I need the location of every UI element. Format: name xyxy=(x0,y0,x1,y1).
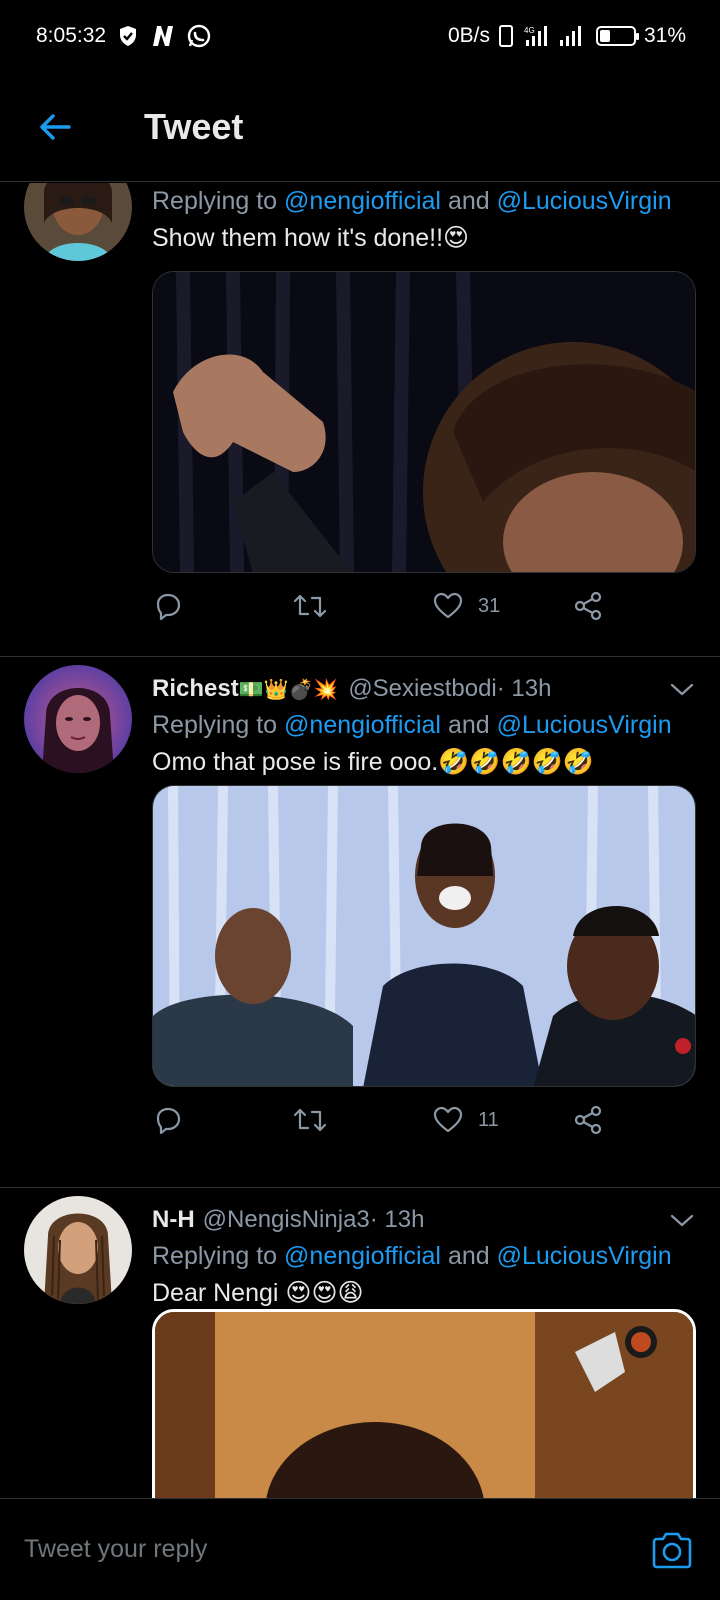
heart-icon xyxy=(433,1106,463,1133)
mention-link[interactable]: @LuciousVirgin xyxy=(497,187,672,215)
retweet-action[interactable] xyxy=(292,590,432,622)
tweet-media-image[interactable] xyxy=(152,271,696,573)
tweet-meta: Richest💵👑💣💥 @Sexiestbodi · 13h xyxy=(152,671,696,707)
retweet-action[interactable] xyxy=(292,1104,432,1136)
shield-check-icon xyxy=(116,24,140,48)
reply-composer[interactable]: Tweet your reply xyxy=(0,1498,720,1600)
replying-to: Replying to @nengiofficial and @LuciousV… xyxy=(152,1242,672,1270)
camera-button[interactable] xyxy=(648,1526,696,1574)
page-title: Tweet xyxy=(144,105,244,147)
whatsapp-icon xyxy=(186,23,212,49)
mention-link[interactable]: @nengiofficial xyxy=(284,1242,441,1270)
tweet-item[interactable]: N-H @NengisNinja3 · 13h Replying to @nen… xyxy=(0,1188,720,1498)
like-count: 31 xyxy=(478,594,501,617)
avatar[interactable] xyxy=(24,1196,132,1304)
retweet-icon xyxy=(293,1108,327,1132)
mention-link[interactable]: @LuciousVirgin xyxy=(497,711,672,739)
svg-text:4G: 4G xyxy=(524,26,535,35)
tweet-item[interactable]: Replying to @nengiofficial and @LuciousV… xyxy=(0,183,720,643)
emoji: 💵👑💣💥 xyxy=(238,679,339,701)
mention-link[interactable]: @LuciousVirgin xyxy=(497,1242,672,1270)
user-handle[interactable]: @Sexiestbodi xyxy=(348,675,496,703)
avatar[interactable] xyxy=(24,665,132,773)
reply-icon xyxy=(156,1107,181,1135)
replying-to: Replying to @nengiofficial and @LuciousV… xyxy=(152,187,672,215)
app-header: Tweet xyxy=(0,72,720,182)
display-name[interactable]: Richest💵👑💣💥 xyxy=(152,675,340,703)
reply-action[interactable] xyxy=(152,1104,292,1136)
tweet-text: Omo that pose is fire ooo.🤣🤣🤣🤣🤣 xyxy=(152,748,594,776)
battery-percent: 31% xyxy=(643,24,686,47)
replying-to: Replying to @nengiofficial and @LuciousV… xyxy=(152,711,672,739)
chevron-down-icon[interactable] xyxy=(668,675,696,703)
emoji: 😍😍😩 xyxy=(285,1279,364,1307)
tweet-time: · 13h xyxy=(369,1206,425,1233)
retweet-icon xyxy=(293,594,327,618)
arrow-left-icon xyxy=(40,113,71,140)
camera-icon xyxy=(652,1532,692,1568)
emoji: 🤣🤣🤣🤣🤣 xyxy=(438,748,594,776)
reply-feed[interactable]: Replying to @nengiofficial and @LuciousV… xyxy=(0,183,720,1498)
signal-icon xyxy=(558,24,584,48)
status-bar: 8:05:32 0B/s 4G 31% xyxy=(0,0,720,72)
battery-icon xyxy=(595,26,639,46)
share-action[interactable] xyxy=(572,1104,604,1136)
tweet-text: Show them how it's done!!😍 xyxy=(152,224,470,252)
share-icon xyxy=(574,591,602,621)
signal-4g-icon: 4G xyxy=(522,24,550,48)
tweet-meta: N-H @NengisNinja3 · 13h xyxy=(152,1202,696,1238)
net-speed: 0B/s xyxy=(447,24,490,47)
tweet-item[interactable]: Richest💵👑💣💥 @Sexiestbodi · 13h Replying … xyxy=(0,657,720,1187)
share-icon xyxy=(574,1105,602,1135)
back-button[interactable] xyxy=(0,72,110,182)
tweet-media-image[interactable] xyxy=(152,785,696,1087)
tweet-actions: 11 xyxy=(152,1100,612,1140)
like-action[interactable]: 11 xyxy=(432,1104,572,1136)
reply-icon xyxy=(156,593,181,621)
mention-link[interactable]: @nengiofficial xyxy=(284,711,441,739)
tweet-text: Dear Nengi 😍😍😩 xyxy=(152,1279,364,1307)
tweet-time: · 13h xyxy=(496,675,552,702)
tweet-media-video[interactable] xyxy=(152,1309,696,1498)
battery-fill xyxy=(599,30,610,42)
avatar[interactable] xyxy=(24,183,132,261)
emoji: 😍 xyxy=(443,224,470,252)
mention-link[interactable]: @nengiofficial xyxy=(284,187,441,215)
like-count: 11 xyxy=(478,1108,499,1131)
display-name[interactable]: N-H xyxy=(152,1206,195,1234)
share-action[interactable] xyxy=(572,590,604,622)
reply-input[interactable]: Tweet your reply xyxy=(24,1535,207,1564)
phone-vibrate-icon xyxy=(498,24,514,48)
heart-icon xyxy=(433,592,463,619)
status-time: 8:05:32 xyxy=(36,24,107,47)
like-action[interactable]: 31 xyxy=(432,590,572,622)
user-handle[interactable]: @NengisNinja3 xyxy=(203,1206,370,1234)
netflix-n-icon xyxy=(150,24,176,48)
chevron-down-icon[interactable] xyxy=(668,1206,696,1234)
reply-action[interactable] xyxy=(152,590,292,622)
tweet-actions: 31 xyxy=(152,586,612,626)
